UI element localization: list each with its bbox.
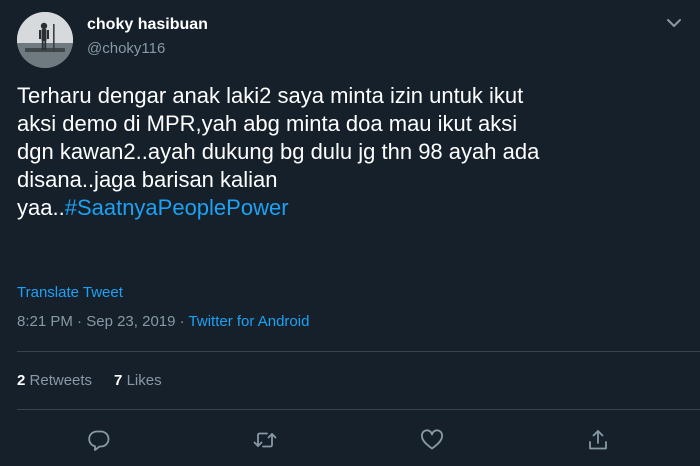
tweet-text-tail: yaa.. xyxy=(17,195,65,220)
tweet-text-line: disana..jaga barisan kalian xyxy=(17,167,278,192)
retweet-button[interactable] xyxy=(252,427,278,453)
translate-tweet-link[interactable]: Translate Tweet xyxy=(17,284,123,301)
avatar[interactable] xyxy=(17,12,73,68)
likes-count: 7 xyxy=(114,372,123,389)
retweet-icon xyxy=(253,432,277,448)
tweet-text: Terharu dengar anak laki2 saya minta izi… xyxy=(17,82,689,222)
tweet-detail: choky hasibuan @choky116 Terharu dengar … xyxy=(0,0,700,466)
tweet-text-line: dgn kawan2..ayah dukung bg dulu jg thn 9… xyxy=(17,139,540,164)
retweets-count: 2 xyxy=(17,372,26,389)
tweet-time[interactable]: 8:21 PM xyxy=(17,313,73,330)
user-handle[interactable]: @choky116 xyxy=(87,40,165,57)
tweet-text-line-last: yaa..#SaatnyaPeoplePower xyxy=(17,194,689,222)
tweet-date[interactable]: Sep 23, 2019 xyxy=(86,313,175,330)
retweets-stat[interactable]: 2 Retweets xyxy=(17,372,92,389)
heart-icon xyxy=(421,429,443,450)
avatar-image xyxy=(17,12,73,68)
share-icon xyxy=(589,430,607,450)
tweet-stats: 2 Retweets 7 Likes xyxy=(17,372,184,389)
reply-icon xyxy=(88,430,110,451)
tweet-text-line: Terharu dengar anak laki2 saya minta izi… xyxy=(17,83,524,108)
share-button[interactable] xyxy=(585,427,611,453)
display-name[interactable]: choky hasibuan xyxy=(87,16,208,34)
likes-stat[interactable]: 7 Likes xyxy=(114,372,162,389)
retweets-label: Retweets xyxy=(29,372,93,389)
more-options-button[interactable] xyxy=(662,14,686,32)
reply-button[interactable] xyxy=(86,427,112,453)
chevron-down-icon xyxy=(667,19,681,27)
tweet-source-link[interactable]: Twitter for Android xyxy=(189,313,310,330)
tweet-text-line: aksi demo di MPR,yah abg minta doa mau i… xyxy=(17,111,518,136)
like-button[interactable] xyxy=(419,427,445,453)
meta-separator: · xyxy=(72,313,87,330)
divider xyxy=(17,409,700,410)
likes-label: Likes xyxy=(126,372,162,389)
hashtag-link[interactable]: #SaatnyaPeoplePower xyxy=(65,195,289,220)
meta-separator: · xyxy=(175,313,189,330)
divider xyxy=(17,351,700,352)
tweet-meta: 8:21 PM · Sep 23, 2019 · Twitter for And… xyxy=(17,313,309,330)
